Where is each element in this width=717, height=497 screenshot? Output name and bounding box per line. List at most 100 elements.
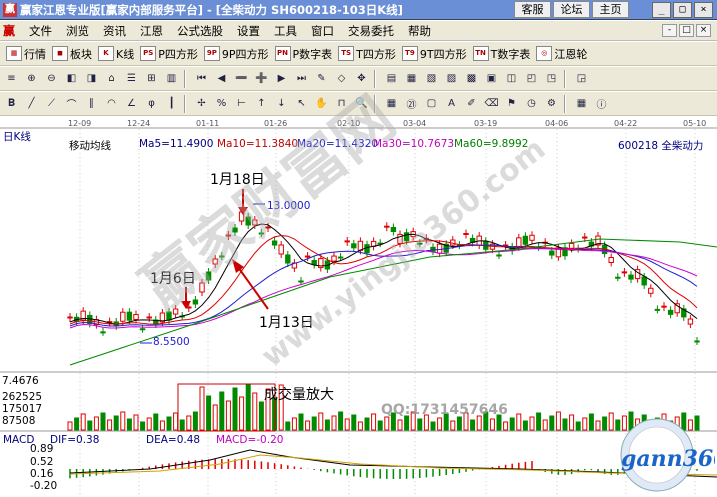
- chart-tool-icon[interactable]: ◨: [83, 70, 100, 87]
- toolbar-button-kline[interactable]: K K线: [98, 46, 134, 62]
- panel-icon[interactable]: ▩: [463, 70, 480, 87]
- panel-icon[interactable]: ▣: [483, 70, 500, 87]
- fan-icon[interactable]: ⟋: [43, 95, 60, 112]
- forum-link[interactable]: 论坛: [553, 1, 590, 18]
- chart-tool-icon[interactable]: ⌂: [103, 70, 120, 87]
- menu-file[interactable]: 文件: [22, 23, 59, 39]
- flag-icon[interactable]: ⚑: [503, 95, 520, 112]
- info-icon[interactable]: ⓘ: [593, 95, 610, 112]
- menu-help[interactable]: 帮助: [401, 23, 438, 39]
- panel-icon[interactable]: ◳: [543, 70, 560, 87]
- minimize-button[interactable]: _: [652, 2, 671, 18]
- panel-icon[interactable]: ▦: [403, 70, 420, 87]
- cycle-icon[interactable]: ◠: [103, 95, 120, 112]
- chart-icon[interactable]: ▤: [383, 70, 400, 87]
- customer-service-link[interactable]: 客服: [514, 1, 551, 18]
- toolbar-button-blocks[interactable]: ◼ 板块: [52, 46, 92, 62]
- first-icon[interactable]: ⏮: [193, 70, 210, 87]
- candle-body: [615, 276, 621, 279]
- toolbar-button-grid[interactable]: ▦ 行情: [6, 46, 46, 62]
- volume-bar: [311, 416, 317, 431]
- gann-angle-icon[interactable]: ∠: [123, 95, 140, 112]
- hand-icon[interactable]: ✋: [313, 95, 330, 112]
- ma10-value: Ma10=11.3840: [217, 138, 299, 150]
- close-button[interactable]: ×: [694, 2, 713, 18]
- toolbar-button-t-number-table[interactable]: TN T数字表: [472, 46, 530, 62]
- menu-gann[interactable]: 江恩: [133, 23, 170, 39]
- last-icon[interactable]: ⏭: [293, 70, 310, 87]
- toolbar-button-9p-square[interactable]: 9P 9P四方形: [203, 46, 269, 62]
- menu-tools[interactable]: 工具: [267, 23, 304, 39]
- homepage-link[interactable]: 主页: [592, 1, 629, 18]
- down-arrow-icon[interactable]: ↓: [273, 95, 290, 112]
- mdi-close-button[interactable]: ×: [696, 24, 711, 37]
- bold-icon[interactable]: 𝐁: [3, 95, 20, 112]
- candle-body: [351, 243, 357, 249]
- panel-icon[interactable]: ◫: [503, 70, 520, 87]
- toolbar-button-p-square[interactable]: PS P四方形: [140, 46, 198, 62]
- chart-tool-icon[interactable]: ⊕: [23, 70, 40, 87]
- prev-icon[interactable]: ◀: [213, 70, 230, 87]
- magnet-icon[interactable]: ⊓: [333, 95, 350, 112]
- grid-icon[interactable]: ▦: [573, 95, 590, 112]
- channel-icon[interactable]: ∥: [83, 95, 100, 112]
- menu-bar: 赢 文件 浏览 资讯 江恩 公式选股 设置 工具 窗口 交易委托 帮助 - □ …: [0, 21, 717, 41]
- line-icon[interactable]: ╱: [23, 95, 40, 112]
- arc-icon[interactable]: ⌒: [63, 95, 80, 112]
- calendar-21-icon[interactable]: ㉑: [403, 95, 420, 112]
- pointer-icon[interactable]: ↖: [293, 95, 310, 112]
- next-icon[interactable]: ▶: [273, 70, 290, 87]
- maximize-button[interactable]: □: [673, 2, 692, 18]
- bars-icon[interactable]: ┃: [163, 95, 180, 112]
- menu-window[interactable]: 窗口: [304, 23, 341, 39]
- clock-icon[interactable]: ◷: [523, 95, 540, 112]
- volume-bar: [371, 413, 377, 431]
- zoom-out-icon[interactable]: ➖: [233, 70, 250, 87]
- zoom-icon[interactable]: 🔍: [353, 95, 370, 112]
- calendar-icon[interactable]: ▦: [383, 95, 400, 112]
- menu-trade[interactable]: 交易委托: [341, 23, 401, 39]
- panel-icon[interactable]: ▧: [423, 70, 440, 87]
- percent-icon[interactable]: %: [213, 95, 230, 112]
- cursor-icon[interactable]: ✢: [193, 95, 210, 112]
- chart-area[interactable]: 12-09 12-24 01-11 01-26 02-10 03-04 03-19 04-06…: [0, 83, 717, 497]
- zoom-in-icon[interactable]: ➕: [253, 70, 270, 87]
- panel-icon[interactable]: ◲: [573, 70, 590, 87]
- ruler-icon[interactable]: ⊢: [233, 95, 250, 112]
- fib-icon[interactable]: φ: [143, 95, 160, 112]
- candle-body: [252, 219, 258, 226]
- brush-icon[interactable]: ✐: [463, 95, 480, 112]
- kline-icon: K: [98, 46, 114, 61]
- toolbar-button-9t-square[interactable]: T9 9T四方形: [401, 46, 467, 62]
- chart-tool-icon[interactable]: ⊖: [43, 70, 60, 87]
- menu-formula[interactable]: 公式选股: [170, 23, 230, 39]
- chart-tool-icon[interactable]: ☰: [123, 70, 140, 87]
- tool-icon[interactable]: ✥: [353, 70, 370, 87]
- volume-axis-label: 7.4676: [2, 375, 39, 387]
- menu-list-icon[interactable]: ≡: [3, 70, 20, 87]
- p-square-icon: PS: [140, 46, 157, 61]
- toolbar-button-t-square[interactable]: TS T四方形: [338, 46, 396, 62]
- pen-icon[interactable]: ✎: [313, 70, 330, 87]
- toolbar-button-gann-wheel[interactable]: ◎ 江恩轮: [536, 46, 587, 62]
- up-arrow-icon[interactable]: ↑: [253, 95, 270, 112]
- menu-settings[interactable]: 设置: [230, 23, 267, 39]
- chart-tool-icon[interactable]: ⊞: [143, 70, 160, 87]
- panel-icon[interactable]: ▨: [443, 70, 460, 87]
- text-icon[interactable]: A: [443, 95, 460, 112]
- settings-icon[interactable]: ⚙: [543, 95, 560, 112]
- menu-news[interactable]: 资讯: [96, 23, 133, 39]
- volume-bar: [456, 416, 462, 431]
- shape-icon[interactable]: ◇: [333, 70, 350, 87]
- eraser-icon[interactable]: ⌫: [483, 95, 500, 112]
- mdi-minimize-button[interactable]: -: [662, 24, 677, 37]
- panel-icon[interactable]: ◰: [523, 70, 540, 87]
- mdi-restore-button[interactable]: □: [679, 24, 694, 37]
- chart-tool-icon[interactable]: ◧: [63, 70, 80, 87]
- menu-browse[interactable]: 浏览: [59, 23, 96, 39]
- volume-bar: [364, 417, 370, 431]
- toolbar-button-p-number-table[interactable]: PN P数字表: [274, 46, 332, 62]
- chart-tool-icon[interactable]: ▥: [163, 70, 180, 87]
- box-icon[interactable]: ▢: [423, 95, 440, 112]
- kline-chart[interactable]: 12-09 12-24 01-11 01-26 02-10 03-04 03-19 04-06…: [0, 117, 717, 497]
